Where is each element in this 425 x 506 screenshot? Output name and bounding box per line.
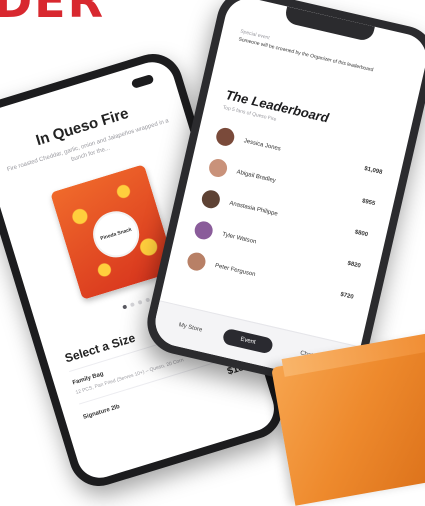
phone-notch (283, 6, 375, 43)
carousel-dot[interactable] (122, 304, 128, 310)
leaderboard-title: The Leaderboard (224, 87, 331, 126)
size-section-title: Select a Size (63, 330, 137, 366)
leaderboard-amount: $955 (361, 198, 376, 208)
bag-logo: Pineda Snack (87, 205, 145, 264)
avatar (200, 188, 222, 211)
tab-my-store[interactable]: My Store (163, 314, 217, 341)
avatar (192, 219, 215, 242)
avatar (185, 250, 208, 273)
carousel-dot[interactable] (137, 299, 143, 305)
avatar (214, 126, 237, 148)
leaderboard-amount: $820 (346, 260, 362, 270)
brand-logo-text: DER (0, 0, 106, 28)
carousel-dot[interactable] (129, 302, 135, 308)
leaderboard-phone: Special event Someone will be crowned by… (141, 0, 425, 397)
front-camera-icon (130, 73, 155, 89)
leaderboard-amount: $720 (339, 291, 355, 301)
leaderboard-amount: $800 (354, 229, 369, 239)
leaderboard-screen: Special event Someone will be crowned by… (150, 0, 425, 387)
event-description: Someone will be crowned by the Organizer… (237, 36, 374, 74)
avatar (207, 157, 229, 179)
tab-event[interactable]: Event (221, 327, 275, 355)
leaderboard-amount: $1,098 (363, 166, 383, 176)
size-option-signature[interactable]: Signature 2lb (83, 404, 121, 421)
carousel-dot[interactable] (145, 297, 151, 303)
